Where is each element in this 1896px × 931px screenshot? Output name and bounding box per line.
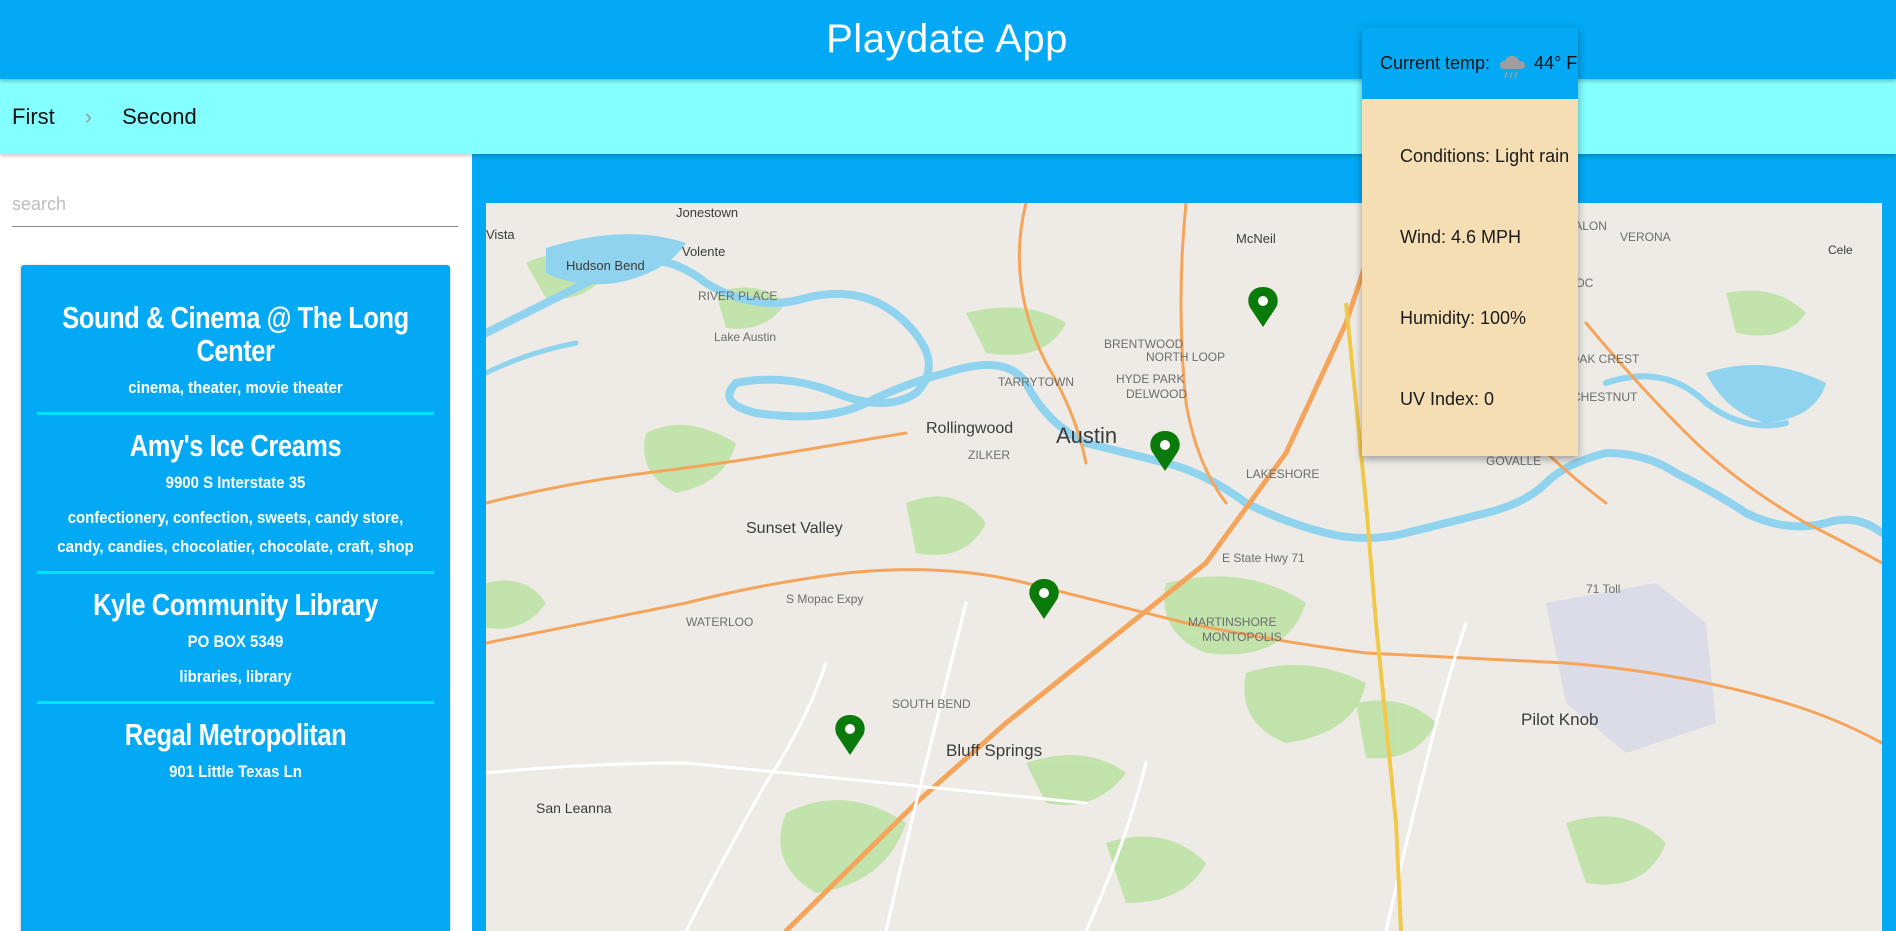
weather-humidity: Humidity: 100%	[1400, 308, 1527, 328]
place-list: Sound & Cinema @ The Long Center cinema,…	[21, 265, 450, 931]
place-address: 9900 S Interstate 35	[165, 473, 306, 492]
place-card[interactable]: Sound & Cinema @ The Long Center cinema,…	[37, 265, 434, 415]
weather-wind: Wind: 4.6 MPH	[1400, 227, 1522, 247]
map-label: Cele	[1828, 243, 1853, 257]
map-label: Austin	[1056, 423, 1117, 448]
place-card[interactable]: Kyle Community Library PO BOX 5349 libra…	[37, 574, 434, 704]
map-label: SOUTH BEND	[892, 697, 971, 711]
map-label: S Mopac Expy	[786, 592, 863, 606]
place-name: Sound & Cinema @ The Long Center	[62, 300, 409, 368]
map-label: MARTINSHORE	[1188, 615, 1276, 629]
map-canvas[interactable]: Austin Rollingwood Sunset Valley Bluff S…	[486, 203, 1882, 931]
breadcrumb: First › Second	[0, 79, 1896, 154]
place-card[interactable]: Regal Metropolitan 901 Little Texas Ln	[37, 704, 434, 796]
place-address: 901 Little Texas Ln	[169, 762, 302, 781]
map-label: BRENTWOOD	[1104, 337, 1184, 351]
breadcrumb-item-first[interactable]: First	[12, 104, 55, 130]
place-categories: libraries, library	[179, 667, 292, 686]
map-label: LAKESHORE	[1246, 467, 1319, 481]
weather-uv-index: UV Index: 0	[1400, 389, 1495, 409]
map-label: Rollingwood	[926, 420, 1013, 437]
map-label: OAK CREST	[1570, 352, 1640, 366]
map-label: Lake Austin	[714, 330, 776, 344]
app-title: Playdate App	[826, 17, 1068, 61]
temp-label: Current temp:	[1380, 53, 1491, 73]
breadcrumb-item-second[interactable]: Second	[122, 104, 197, 130]
place-categories: cinema, theater, movie theater	[128, 378, 343, 397]
place-card[interactable]: Amy's Ice Creams 9900 S Interstate 35 co…	[37, 415, 434, 574]
map-label: DELWOOD	[1126, 387, 1187, 401]
map-label: Sunset Valley	[746, 520, 843, 537]
sidebar: Sound & Cinema @ The Long Center cinema,…	[0, 154, 472, 931]
weather-conditions: Conditions: Light rain	[1400, 146, 1570, 166]
map-label: CHESTNUT	[1572, 390, 1638, 404]
map-label: GOVALLE	[1486, 454, 1541, 468]
map-label: RIVER PLACE	[698, 289, 777, 303]
map-label: WATERLOO	[686, 615, 753, 629]
map-label: Bluff Springs	[946, 741, 1042, 760]
temp-value: 44° F	[1534, 53, 1578, 73]
map[interactable]: Austin Rollingwood Sunset Valley Bluff S…	[486, 203, 1882, 931]
map-label: ZILKER	[968, 448, 1010, 462]
place-name: Amy's Ice Creams	[129, 428, 342, 463]
place-name: Regal Metropolitan	[124, 717, 347, 752]
map-label: Jonestown	[676, 205, 738, 220]
map-label: San Leanna	[536, 800, 612, 816]
map-label: Pilot Knob	[1521, 710, 1599, 729]
map-label: HYDE PARK	[1116, 372, 1184, 386]
weather-popup: Current temp: 44° F Conditions: Light ra…	[1362, 28, 1578, 456]
map-label: Volente	[682, 244, 725, 259]
map-label: McNeil	[1236, 231, 1276, 246]
map-label: VERONA	[1620, 230, 1671, 244]
map-label: 71 Toll	[1586, 582, 1620, 596]
map-label: NORTH LOOP	[1146, 350, 1225, 364]
place-address: PO BOX 5349	[187, 632, 284, 651]
map-label: MONTOPOLIS	[1202, 630, 1282, 644]
search-input[interactable]	[12, 184, 458, 224]
place-name: Kyle Community Library	[93, 587, 378, 622]
search-field	[12, 184, 458, 227]
rain-cloud-icon	[1498, 53, 1528, 86]
weather-header: Current temp: 44° F	[1362, 28, 1578, 99]
app-header: Playdate App	[0, 0, 1896, 79]
map-label: E State Hwy 71	[1222, 551, 1305, 565]
map-label: Hudson Bend	[566, 258, 645, 273]
map-label: Vista	[486, 227, 515, 242]
breadcrumb-separator-icon: ›	[84, 103, 93, 129]
map-label: TARRYTOWN	[998, 375, 1074, 389]
place-categories: confectionery, confection, sweets, candy…	[57, 508, 414, 556]
